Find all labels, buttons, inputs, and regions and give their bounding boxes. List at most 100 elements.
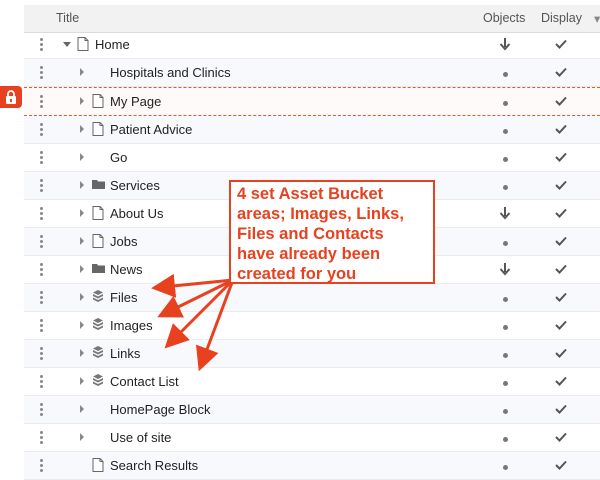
tree-item-label[interactable]: HomePage Block — [110, 402, 210, 417]
chevron-right-icon[interactable] — [80, 321, 84, 329]
drag-handle-icon[interactable] — [39, 123, 43, 136]
tree-row[interactable]: Go — [24, 144, 600, 172]
tree-item-label[interactable]: Services — [110, 178, 160, 193]
drag-handle-icon[interactable] — [39, 179, 43, 192]
bucket-icon — [92, 290, 104, 304]
annotation-callout: 4 set Asset Bucket areas; Images, Links,… — [229, 180, 435, 284]
check-icon[interactable] — [554, 346, 568, 360]
drag-handle-icon[interactable] — [39, 347, 43, 360]
tree-row[interactable]: Hospitals and Clinics — [24, 59, 600, 87]
tree-item-label[interactable]: Go — [110, 150, 127, 165]
check-icon[interactable] — [554, 37, 568, 51]
lock-icon[interactable] — [0, 86, 22, 108]
check-icon[interactable] — [554, 458, 568, 472]
tree-item-label[interactable]: Patient Advice — [110, 122, 192, 137]
drag-handle-icon[interactable] — [39, 375, 43, 388]
dot-icon — [498, 374, 512, 388]
check-icon[interactable] — [554, 318, 568, 332]
drag-handle-icon[interactable] — [39, 291, 43, 304]
drag-handle-icon[interactable] — [39, 459, 43, 472]
chevron-right-icon[interactable] — [80, 405, 84, 413]
chevron-right-icon[interactable] — [80, 433, 84, 441]
tree-row[interactable]: Images — [24, 312, 600, 340]
callout-line-2: areas; Images, Links, — [237, 205, 404, 223]
tree-item-label[interactable]: News — [110, 262, 143, 277]
drag-handle-icon[interactable] — [39, 151, 43, 164]
check-icon[interactable] — [554, 234, 568, 248]
page-icon — [92, 94, 104, 108]
tree-item-label[interactable]: Contact List — [110, 374, 179, 389]
page-icon — [92, 122, 104, 136]
chevron-right-icon[interactable] — [80, 349, 84, 357]
callout-line-4: have already been — [237, 245, 381, 263]
chevron-right-icon[interactable] — [80, 181, 84, 189]
chevron-right-icon[interactable] — [80, 68, 84, 76]
tree-item-label[interactable]: Links — [110, 346, 140, 361]
tree-item-label[interactable]: My Page — [110, 94, 161, 109]
drag-handle-icon[interactable] — [39, 235, 43, 248]
tree-row[interactable]: Links — [24, 340, 600, 368]
tree-item-label[interactable]: Images — [110, 318, 153, 333]
arrow-down-icon — [498, 37, 512, 51]
page-icon — [92, 206, 104, 220]
check-icon[interactable] — [554, 206, 568, 220]
folder-icon — [92, 262, 105, 276]
chevron-right-icon[interactable] — [80, 125, 84, 133]
chevron-down-icon[interactable] — [63, 42, 71, 47]
drag-handle-icon[interactable] — [39, 95, 43, 108]
tree-row[interactable]: Patient Advice — [24, 116, 600, 144]
dot-icon — [498, 234, 512, 248]
tree-item-label[interactable]: Home — [95, 37, 130, 52]
check-icon[interactable] — [554, 374, 568, 388]
column-objects[interactable]: Objects — [483, 11, 525, 25]
chevron-right-icon[interactable] — [80, 265, 84, 273]
column-title[interactable]: Title — [56, 11, 79, 25]
drag-handle-icon[interactable] — [39, 207, 43, 220]
chevron-right-icon[interactable] — [80, 209, 84, 217]
check-icon[interactable] — [554, 430, 568, 444]
drag-handle-icon[interactable] — [39, 319, 43, 332]
dot-icon — [498, 178, 512, 192]
tree-item-label[interactable]: Search Results — [110, 458, 198, 473]
page-icon — [92, 234, 104, 248]
check-icon[interactable] — [554, 94, 568, 108]
dot-icon — [498, 318, 512, 332]
page-icon — [92, 458, 104, 472]
check-icon[interactable] — [554, 402, 568, 416]
tree-item-label[interactable]: Use of site — [110, 430, 171, 445]
bucket-icon — [92, 374, 104, 388]
tree-row[interactable]: Contact List — [24, 368, 600, 396]
check-icon[interactable] — [554, 290, 568, 304]
dot-icon — [498, 402, 512, 416]
check-icon[interactable] — [554, 65, 568, 79]
drag-handle-icon[interactable] — [39, 66, 43, 79]
drag-handle-icon[interactable] — [39, 431, 43, 444]
tree-row[interactable]: Files — [24, 284, 600, 312]
tree-item-label[interactable]: Jobs — [110, 234, 137, 249]
column-more-icon[interactable]: ▾ — [594, 11, 600, 26]
drag-handle-icon[interactable] — [39, 263, 43, 276]
drag-handle-icon[interactable] — [39, 38, 43, 51]
tree-row[interactable]: Use of site — [24, 424, 600, 452]
tree-item-label[interactable]: About Us — [110, 206, 163, 221]
check-icon[interactable] — [554, 178, 568, 192]
chevron-right-icon[interactable] — [80, 237, 84, 245]
chevron-right-icon[interactable] — [80, 293, 84, 301]
chevron-right-icon[interactable] — [80, 377, 84, 385]
drag-handle-icon[interactable] — [39, 403, 43, 416]
column-display[interactable]: Display — [541, 11, 582, 25]
tree-item-label[interactable]: Files — [110, 290, 137, 305]
tree-row[interactable]: Home — [24, 31, 600, 59]
table-header: Title Objects Display ▾ — [24, 5, 600, 33]
dot-icon — [498, 458, 512, 472]
tree-row[interactable]: Search Results — [24, 452, 600, 480]
chevron-right-icon[interactable] — [80, 153, 84, 161]
chevron-right-icon[interactable] — [80, 97, 84, 105]
tree-row[interactable]: My Page — [24, 87, 600, 116]
check-icon[interactable] — [554, 262, 568, 276]
check-icon[interactable] — [554, 150, 568, 164]
tree-row[interactable]: HomePage Block — [24, 396, 600, 424]
tree-item-label[interactable]: Hospitals and Clinics — [110, 65, 231, 80]
check-icon[interactable] — [554, 122, 568, 136]
dot-icon — [498, 150, 512, 164]
